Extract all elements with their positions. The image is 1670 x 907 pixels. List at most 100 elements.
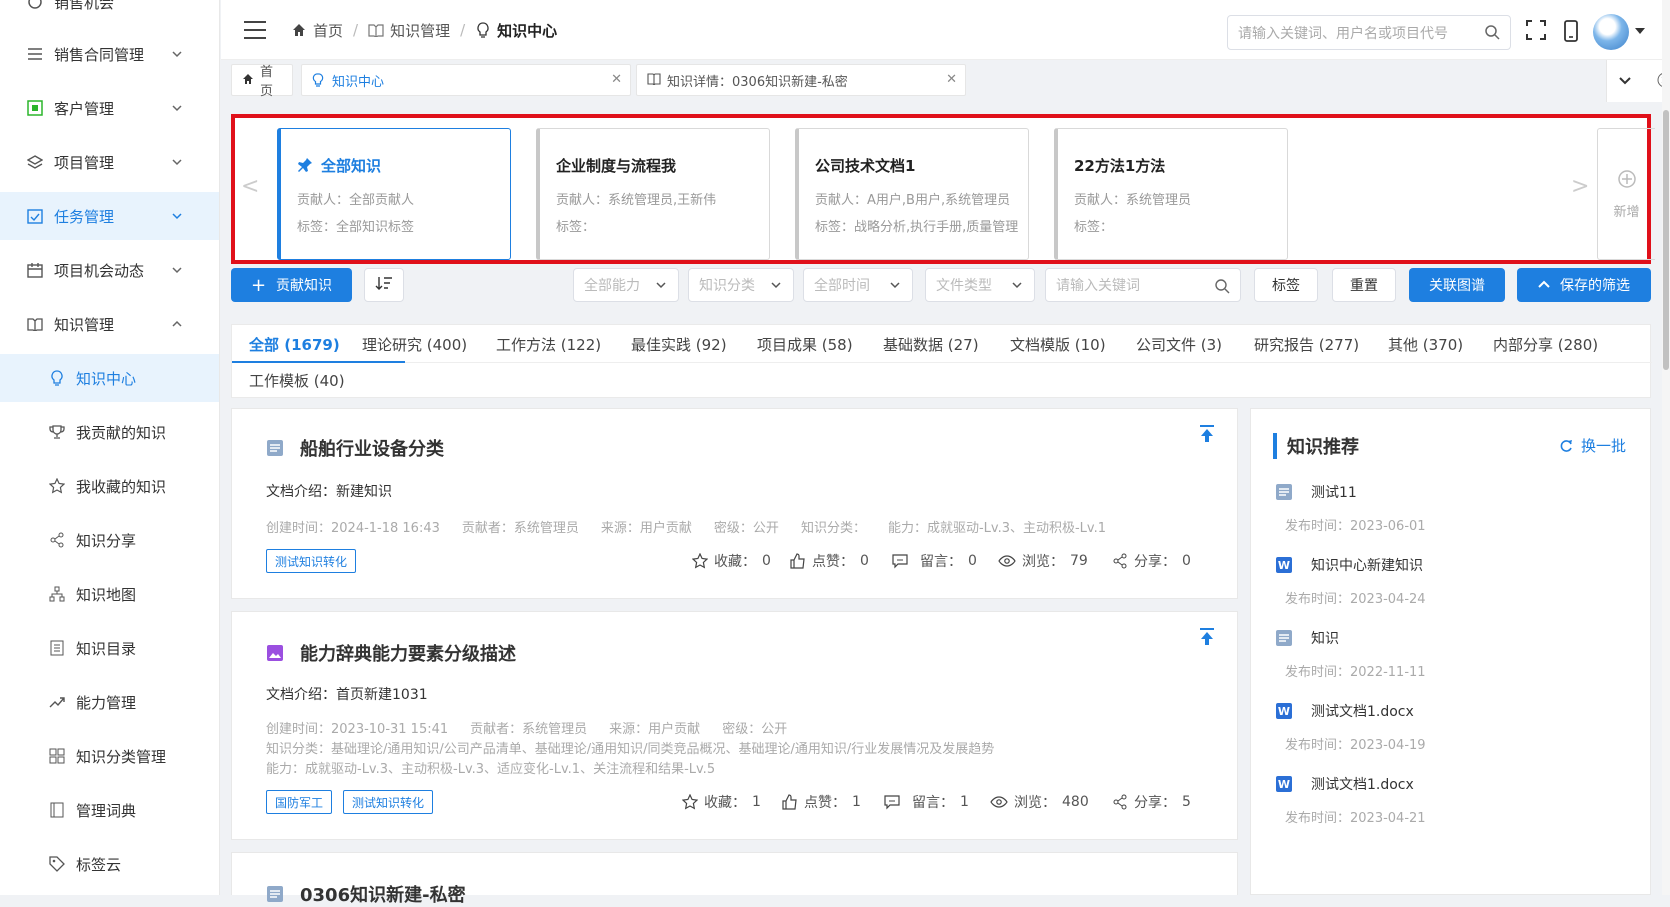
carousel-prev-icon[interactable]: < bbox=[241, 174, 259, 199]
filetype-select[interactable]: 文件类型 bbox=[925, 268, 1035, 302]
book-icon bbox=[368, 22, 384, 38]
sidebar-item-opportunity-news[interactable]: 项目机会动态 bbox=[0, 246, 219, 294]
ability-select[interactable]: 全部能力 bbox=[573, 268, 679, 302]
breadcrumb-home[interactable]: 首页 bbox=[313, 20, 343, 41]
plus-icon: + bbox=[250, 274, 267, 296]
word-icon: W bbox=[1275, 556, 1293, 574]
sidebar-item-task[interactable]: 任务管理 bbox=[0, 192, 219, 240]
sidebar-item-knowledge-catalog[interactable]: 知识目录 bbox=[0, 624, 219, 672]
scrollbar-thumb[interactable] bbox=[1663, 110, 1669, 370]
kb-card-all[interactable]: 全部知识 贡献人：全部贡献人 标签：全部知识标签 bbox=[277, 128, 511, 260]
sidebar-item-knowledge-share[interactable]: 知识分享 bbox=[0, 516, 219, 564]
knowledge-item[interactable]: 0306知识新建-私密 bbox=[231, 852, 1238, 906]
like-stat[interactable]: 点赞： 0 bbox=[790, 551, 869, 571]
sidebar-item-sales-contract[interactable]: 销售合同管理 bbox=[0, 30, 219, 78]
tab-category[interactable]: 最佳实践 (92) bbox=[631, 333, 727, 357]
tab-category[interactable]: 其他 (370) bbox=[1388, 333, 1463, 357]
item-tag[interactable]: 测试知识转化 bbox=[266, 549, 357, 573]
item-tag[interactable]: 测试知识转化 bbox=[343, 790, 434, 814]
sidebar-item-ability-management[interactable]: 能力管理 bbox=[0, 678, 219, 726]
sidebar-item-knowledge-center[interactable]: 知识中心 bbox=[0, 354, 219, 402]
search-icon[interactable] bbox=[1484, 24, 1500, 44]
time-select[interactable]: 全部时间 bbox=[803, 268, 913, 302]
item-title[interactable]: 船舶行业设备分类 bbox=[300, 435, 444, 461]
trophy-icon bbox=[48, 423, 66, 441]
tab-knowledge-detail[interactable]: 知识详情：0306知识新建-私密 ✕ bbox=[636, 64, 966, 96]
item-title[interactable]: 0306知识新建-私密 bbox=[300, 881, 466, 907]
contribute-knowledge-button[interactable]: + 贡献知识 bbox=[231, 268, 352, 302]
item-title[interactable]: 能力辞典能力要素分级描述 bbox=[300, 640, 516, 666]
category-select[interactable]: 知识分类 bbox=[688, 268, 794, 302]
reset-button[interactable]: 重置 bbox=[1332, 268, 1396, 302]
kb-tags: 标签：全部知识标签 bbox=[297, 220, 415, 235]
word-icon: W bbox=[1275, 702, 1293, 720]
pin-top-icon[interactable] bbox=[1199, 425, 1215, 443]
global-search-input[interactable]: 请输入关键词、用户名或项目代号 bbox=[1227, 15, 1511, 50]
recommend-item[interactable]: 知识 发布时间：2022-11-11 bbox=[1275, 627, 1426, 680]
tab-category[interactable]: 工作模板 (40) bbox=[249, 369, 345, 393]
pin-top-icon[interactable] bbox=[1199, 628, 1215, 646]
graph-button[interactable]: 关联图谱 bbox=[1409, 268, 1505, 302]
sidebar-item-label: 我收藏的知识 bbox=[76, 477, 167, 496]
tab-home[interactable]: 首页 bbox=[231, 64, 293, 99]
kb-card[interactable]: 22方法1方法 贡献人：系统管理员 标签： bbox=[1054, 128, 1288, 260]
tab-category[interactable]: 工作方法 (122) bbox=[496, 333, 601, 357]
like-stat[interactable]: 点赞： 1 bbox=[782, 792, 861, 812]
sort-button[interactable] bbox=[364, 268, 404, 302]
kb-card[interactable]: 企业制度与流程我 贡献人：系统管理员,王新伟 标签： bbox=[536, 128, 770, 260]
recommend-item[interactable]: W 测试文档1.docx 发布时间：2023-04-21 bbox=[1275, 773, 1426, 826]
sidebar-item-category-management[interactable]: 知识分类管理 bbox=[0, 732, 219, 780]
sidebar-item-my-contributions[interactable]: 我贡献的知识 bbox=[0, 408, 219, 456]
recommend-item[interactable]: W 知识中心新建知识 发布时间：2023-04-24 bbox=[1275, 554, 1426, 607]
tab-knowledge-center[interactable]: 知识中心 ✕ bbox=[301, 64, 631, 96]
tab-category[interactable]: 基础数据 (27) bbox=[883, 333, 979, 357]
keyword-input[interactable]: 请输入关键词 bbox=[1045, 268, 1241, 302]
saved-filter-button[interactable]: 保存的筛选 bbox=[1517, 268, 1651, 302]
close-icon[interactable]: ✕ bbox=[611, 72, 622, 87]
tab-category[interactable]: 理论研究 (400) bbox=[362, 333, 467, 357]
kb-card[interactable]: 公司技术文档1 贡献人：A用户,B用户,系统管理员 标签：战略分析,执行手册,质… bbox=[795, 128, 1029, 260]
comment-stat[interactable]: 留言： 0 bbox=[892, 551, 977, 571]
fullscreen-icon[interactable] bbox=[1526, 20, 1546, 42]
breadcrumb-knowledge[interactable]: 知识管理 bbox=[390, 20, 450, 41]
search-icon[interactable] bbox=[1214, 278, 1230, 298]
refresh-button[interactable]: 换一批 bbox=[1559, 435, 1626, 456]
menu-toggle-icon[interactable] bbox=[243, 20, 267, 40]
tag-button[interactable]: 标签 bbox=[1254, 268, 1318, 302]
chevron-down-icon bbox=[654, 278, 668, 296]
tab-category[interactable]: 内部分享 (280) bbox=[1493, 333, 1598, 357]
sidebar-item-dictionary[interactable]: 管理词典 bbox=[0, 786, 219, 834]
favorite-stat[interactable]: 收藏： 1 bbox=[682, 792, 761, 812]
tab-category[interactable]: 公司文件 (3) bbox=[1136, 333, 1222, 357]
close-icon[interactable]: ✕ bbox=[946, 72, 957, 87]
chevron-down-icon[interactable] bbox=[1617, 72, 1633, 92]
favorite-stat[interactable]: 收藏： 0 bbox=[692, 551, 771, 571]
sidebar-item-knowledge[interactable]: 知识管理 bbox=[0, 300, 219, 348]
knowledge-item[interactable]: 能力辞典能力要素分级描述 文档介绍：首页新建1031 创建时间：2023-10-… bbox=[231, 611, 1238, 840]
knowledge-item[interactable]: 船舶行业设备分类 文档介绍：新建知识 创建时间：2024-1-18 16:43 贡… bbox=[231, 408, 1238, 599]
sidebar-item-my-favorites[interactable]: 我收藏的知识 bbox=[0, 462, 219, 510]
sidebar-item-project[interactable]: 项目管理 bbox=[0, 138, 219, 186]
sidebar-item-customer[interactable]: 客户管理 bbox=[0, 84, 219, 132]
tab-category-all[interactable]: 全部 (1679) bbox=[249, 333, 340, 357]
tab-category[interactable]: 研究报告 (277) bbox=[1254, 333, 1359, 357]
comment-icon bbox=[892, 554, 908, 569]
tab-category[interactable]: 项目成果 (58) bbox=[757, 333, 853, 357]
sidebar-item-tag-cloud[interactable]: 标签云 bbox=[0, 840, 219, 888]
add-knowledge-base-button[interactable]: 新增 bbox=[1597, 128, 1655, 260]
item-tag[interactable]: 国防军工 bbox=[266, 790, 333, 814]
mobile-icon[interactable] bbox=[1563, 20, 1583, 42]
sidebar-item-sales-opportunity[interactable]: 销售机会 bbox=[0, 0, 219, 26]
caret-down-icon[interactable] bbox=[1634, 24, 1654, 46]
comment-stat[interactable]: 留言： 1 bbox=[884, 792, 969, 812]
share-stat[interactable]: 分享： 5 bbox=[1112, 792, 1191, 812]
sidebar-item-label: 知识目录 bbox=[76, 639, 137, 658]
recommend-item[interactable]: W 测试文档1.docx 发布时间：2023-04-19 bbox=[1275, 700, 1426, 753]
sidebar-item-knowledge-map[interactable]: 知识地图 bbox=[0, 570, 219, 618]
avatar[interactable] bbox=[1593, 14, 1629, 50]
share-stat[interactable]: 分享： 0 bbox=[1112, 551, 1191, 571]
eye-icon bbox=[998, 555, 1016, 567]
recommend-item[interactable]: 测试11 发布时间：2023-06-01 bbox=[1275, 481, 1426, 534]
carousel-next-icon[interactable]: > bbox=[1571, 174, 1589, 199]
tab-category[interactable]: 文档模版 (10) bbox=[1010, 333, 1106, 357]
